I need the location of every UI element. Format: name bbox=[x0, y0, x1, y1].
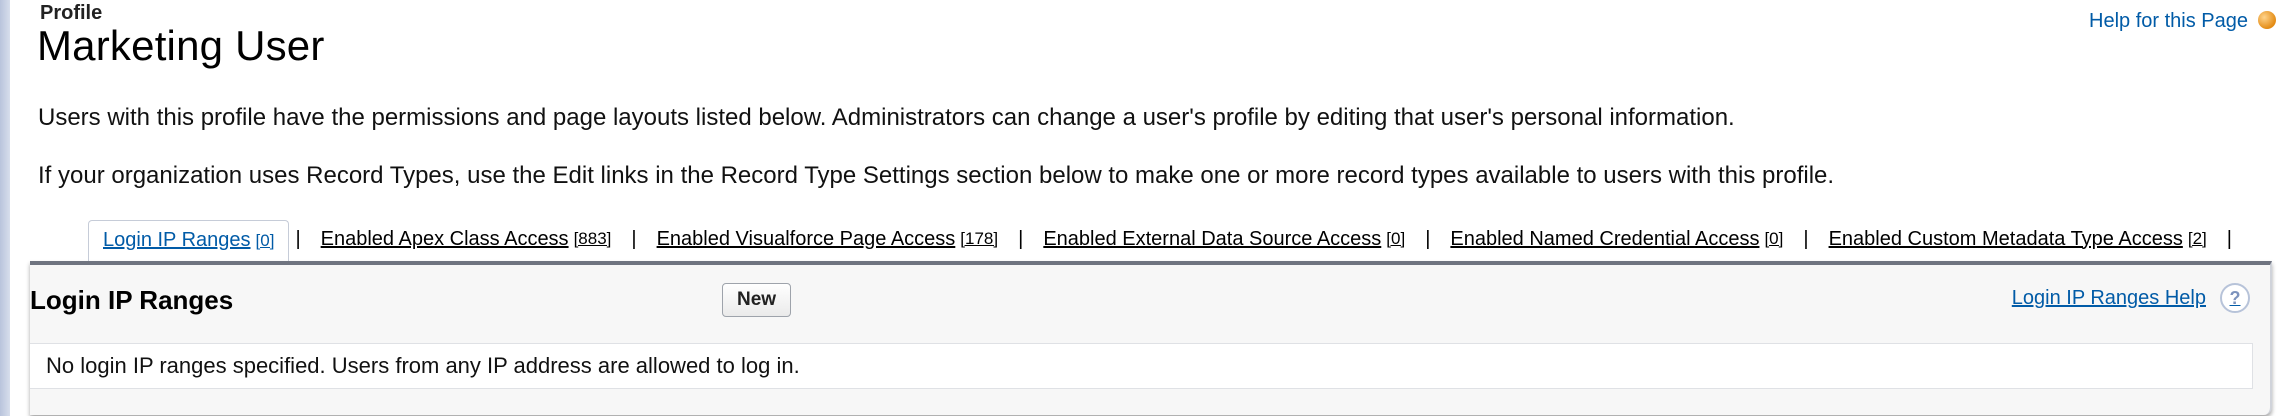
tab-count: [2] bbox=[2187, 229, 2207, 248]
tab-count: [0] bbox=[255, 230, 275, 250]
tab-label: Enabled External Data Source Access bbox=[1043, 227, 1382, 250]
help-question-icon[interactable]: ? bbox=[2220, 283, 2250, 313]
tab-separator: | bbox=[1803, 227, 1809, 250]
tab-label: Login IP Ranges bbox=[103, 229, 251, 251]
tab-login-ip-ranges[interactable]: Login IP Ranges [0] bbox=[88, 219, 290, 261]
profile-page: Profile Marketing User Help for this Pag… bbox=[0, 0, 2284, 416]
tab-count: [178] bbox=[960, 229, 999, 248]
tab-label: Enabled Named Credential Access bbox=[1450, 227, 1760, 250]
related-list-tabs: Login IP Ranges [0] | Enabled Apex Class… bbox=[88, 218, 2238, 261]
tab-label: Enabled Visualforce Page Access bbox=[656, 227, 956, 250]
tab-count: [0] bbox=[1764, 229, 1784, 248]
panel-empty-row: No login IP ranges specified. Users from… bbox=[30, 343, 2253, 389]
tab-label: Enabled Apex Class Access bbox=[320, 227, 569, 250]
login-ip-ranges-help-link[interactable]: Login IP Ranges Help ? bbox=[2012, 283, 2250, 313]
page-title: Marketing User bbox=[37, 22, 325, 69]
tab-separator: | bbox=[631, 227, 637, 250]
tab-separator: | bbox=[1018, 227, 1024, 250]
tab-enabled-visualforce-page-access[interactable]: Enabled Visualforce Page Access [178] bbox=[643, 220, 1013, 258]
tab-enabled-named-credential-access[interactable]: Enabled Named Credential Access [0] bbox=[1436, 220, 1797, 258]
tab-count: [0] bbox=[1386, 229, 1406, 248]
new-button[interactable]: New bbox=[722, 283, 792, 317]
tab-separator: | bbox=[2226, 227, 2232, 250]
login-ip-ranges-panel: Login IP Ranges New Login IP Ranges Help… bbox=[30, 261, 2272, 415]
tab-enabled-custom-metadata-type-access[interactable]: Enabled Custom Metadata Type Access [2] bbox=[1815, 220, 2221, 258]
tab-separator: | bbox=[295, 227, 301, 250]
tab-label: Enabled Custom Metadata Type Access bbox=[1828, 227, 2183, 250]
help-orb-icon bbox=[2258, 11, 2276, 29]
help-link-label: Help for this Page bbox=[2089, 10, 2248, 32]
panel-help-label: Login IP Ranges Help bbox=[2011, 286, 2206, 309]
tab-enabled-external-data-source-access[interactable]: Enabled External Data Source Access [0] bbox=[1029, 220, 1419, 258]
tab-separator: | bbox=[1425, 227, 1431, 250]
empty-message: No login IP ranges specified. Users from… bbox=[46, 353, 800, 378]
description-record-types: If your organization uses Record Types, … bbox=[38, 162, 1835, 189]
tab-count: [883] bbox=[573, 229, 612, 248]
help-for-this-page-link[interactable]: Help for this Page bbox=[2089, 10, 2276, 33]
tab-enabled-apex-class-access[interactable]: Enabled Apex Class Access [883] bbox=[307, 220, 626, 258]
description-permissions: Users with this profile have the permiss… bbox=[38, 104, 1735, 131]
left-rail bbox=[0, 0, 10, 416]
panel-title: Login IP Ranges bbox=[30, 285, 234, 315]
